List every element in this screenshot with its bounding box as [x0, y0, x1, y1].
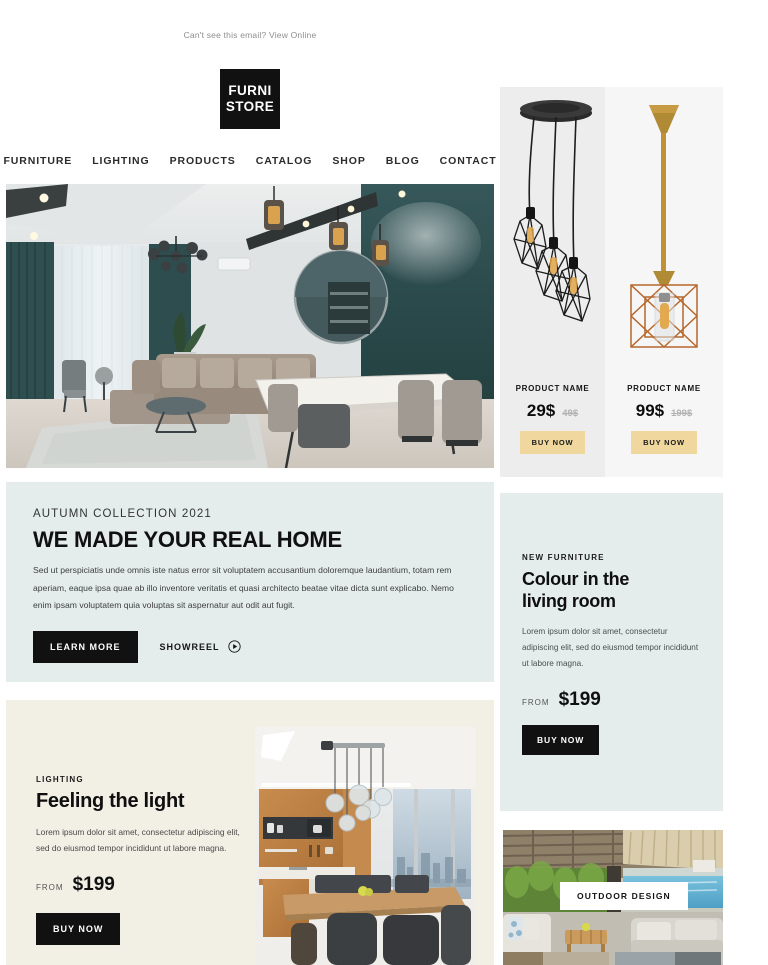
lighting-image	[255, 727, 475, 965]
product-price-row: 99$ 199$	[605, 401, 723, 421]
product-price: 29$	[526, 401, 556, 420]
new-furniture-eyebrow: NEW FURNITURE	[522, 553, 605, 562]
lighting-from-label: FROM	[36, 882, 64, 892]
play-circle-icon	[227, 640, 241, 653]
product-name: PRODUCT NAME	[515, 384, 590, 393]
product-card[interactable]: PRODUCT NAME 29$ 49$ BUY NOW	[500, 87, 605, 477]
new-furniture-from-label: FROM	[522, 698, 550, 708]
new-furniture-headline: Colour in the living room	[522, 569, 701, 612]
showreel-button[interactable]: SHOWREEL	[160, 640, 241, 653]
nav-item-contact[interactable]: CONTACT	[440, 155, 497, 167]
outdoor-image-strip	[503, 952, 723, 965]
nav-item-blog[interactable]: BLOG	[386, 155, 420, 167]
brand-logo-line1: FURNI	[228, 83, 272, 99]
outdoor-design-badge[interactable]: OUTDOOR DESIGN	[560, 882, 688, 910]
autumn-body: Sed ut perspiciatis unde omnis iste natu…	[33, 565, 454, 611]
product-card[interactable]: PRODUCT NAME 99$ 199$ BUY NOW	[605, 87, 723, 477]
outdoor-thumb	[503, 952, 612, 965]
hero-image	[6, 184, 494, 468]
lighting-body: Lorem ipsum dolor sit amet, consectetur …	[36, 827, 240, 854]
autumn-cta-row: LEARN MORE SHOWREEL	[33, 630, 468, 663]
nav-item-lighting[interactable]: LIGHTING	[92, 155, 149, 167]
lighting-buy-now-button[interactable]: BUY NOW	[36, 912, 121, 945]
product-cards-strip: PRODUCT NAME 29$ 49$ BUY NOW PRODUCT NAM…	[500, 87, 723, 477]
autumn-eyebrow: AUTUMN COLLECTION 2021	[33, 508, 212, 520]
logo-container: FURNI STORE	[0, 69, 500, 129]
new-furniture-price: $199	[558, 689, 601, 711]
product-buy-now-button[interactable]: BUY NOW	[631, 431, 697, 454]
email-preview-page: Can't see this email? View Online FURNI …	[0, 0, 768, 965]
autumn-collection-section: AUTUMN COLLECTION 2021 WE MADE YOUR REAL…	[6, 482, 494, 682]
product-image	[500, 87, 605, 387]
preheader-text[interactable]: Can't see this email? View Online	[0, 0, 500, 40]
lighting-price: $199	[72, 873, 115, 895]
lighting-price-row: FROM $199	[36, 874, 246, 896]
lighting-text-block: LIGHTING Feeling the light Lorem ipsum d…	[36, 775, 246, 945]
lighting-eyebrow: LIGHTING	[36, 775, 84, 784]
email-body-column: Can't see this email? View Online FURNI …	[0, 0, 500, 965]
brand-logo[interactable]: FURNI STORE	[220, 69, 280, 129]
product-old-price: 199$	[671, 408, 693, 419]
brand-logo-line2: STORE	[225, 99, 275, 114]
nav-item-shop[interactable]: SHOP	[332, 155, 365, 167]
product-price-row: 29$ 49$	[500, 401, 605, 421]
new-furniture-headline-line1: Colour in the	[522, 569, 630, 589]
product-buy-now-button[interactable]: BUY NOW	[519, 431, 586, 454]
outdoor-thumb	[614, 952, 724, 965]
nav-item-furniture[interactable]: FURNITURE	[3, 155, 72, 167]
product-meta: PRODUCT NAME 99$ 199$ BUY NOW	[605, 384, 723, 454]
product-name: PRODUCT NAME	[627, 384, 701, 393]
secondary-preview-column: PRODUCT NAME 29$ 49$ BUY NOW PRODUCT NAM…	[500, 0, 768, 965]
main-navigation: FURNITURE LIGHTING PRODUCTS CATALOG SHOP…	[0, 155, 500, 167]
showreel-label: SHOWREEL	[159, 641, 220, 652]
new-furniture-section: NEW FURNITURE Colour in the living room …	[500, 493, 723, 811]
new-furniture-headline-line2: living room	[522, 590, 616, 611]
new-furniture-price-row: FROM $199	[522, 689, 701, 711]
autumn-headline: WE MADE YOUR REAL HOME	[33, 527, 342, 552]
product-old-price: 49$	[562, 408, 579, 419]
nav-item-catalog[interactable]: CATALOG	[256, 155, 313, 167]
product-price: 99$	[635, 401, 665, 420]
nav-item-products[interactable]: PRODUCTS	[170, 155, 236, 167]
new-furniture-text-block: NEW FURNITURE Colour in the living room …	[500, 493, 723, 756]
product-meta: PRODUCT NAME 29$ 49$ BUY NOW	[500, 384, 605, 454]
new-furniture-buy-now-button[interactable]: BUY NOW	[522, 725, 600, 756]
new-furniture-body: Lorem ipsum dolor sit amet, consectetur …	[522, 627, 699, 669]
lighting-headline: Feeling the light	[36, 790, 185, 812]
product-image	[605, 87, 723, 387]
learn-more-button[interactable]: LEARN MORE	[33, 630, 138, 663]
